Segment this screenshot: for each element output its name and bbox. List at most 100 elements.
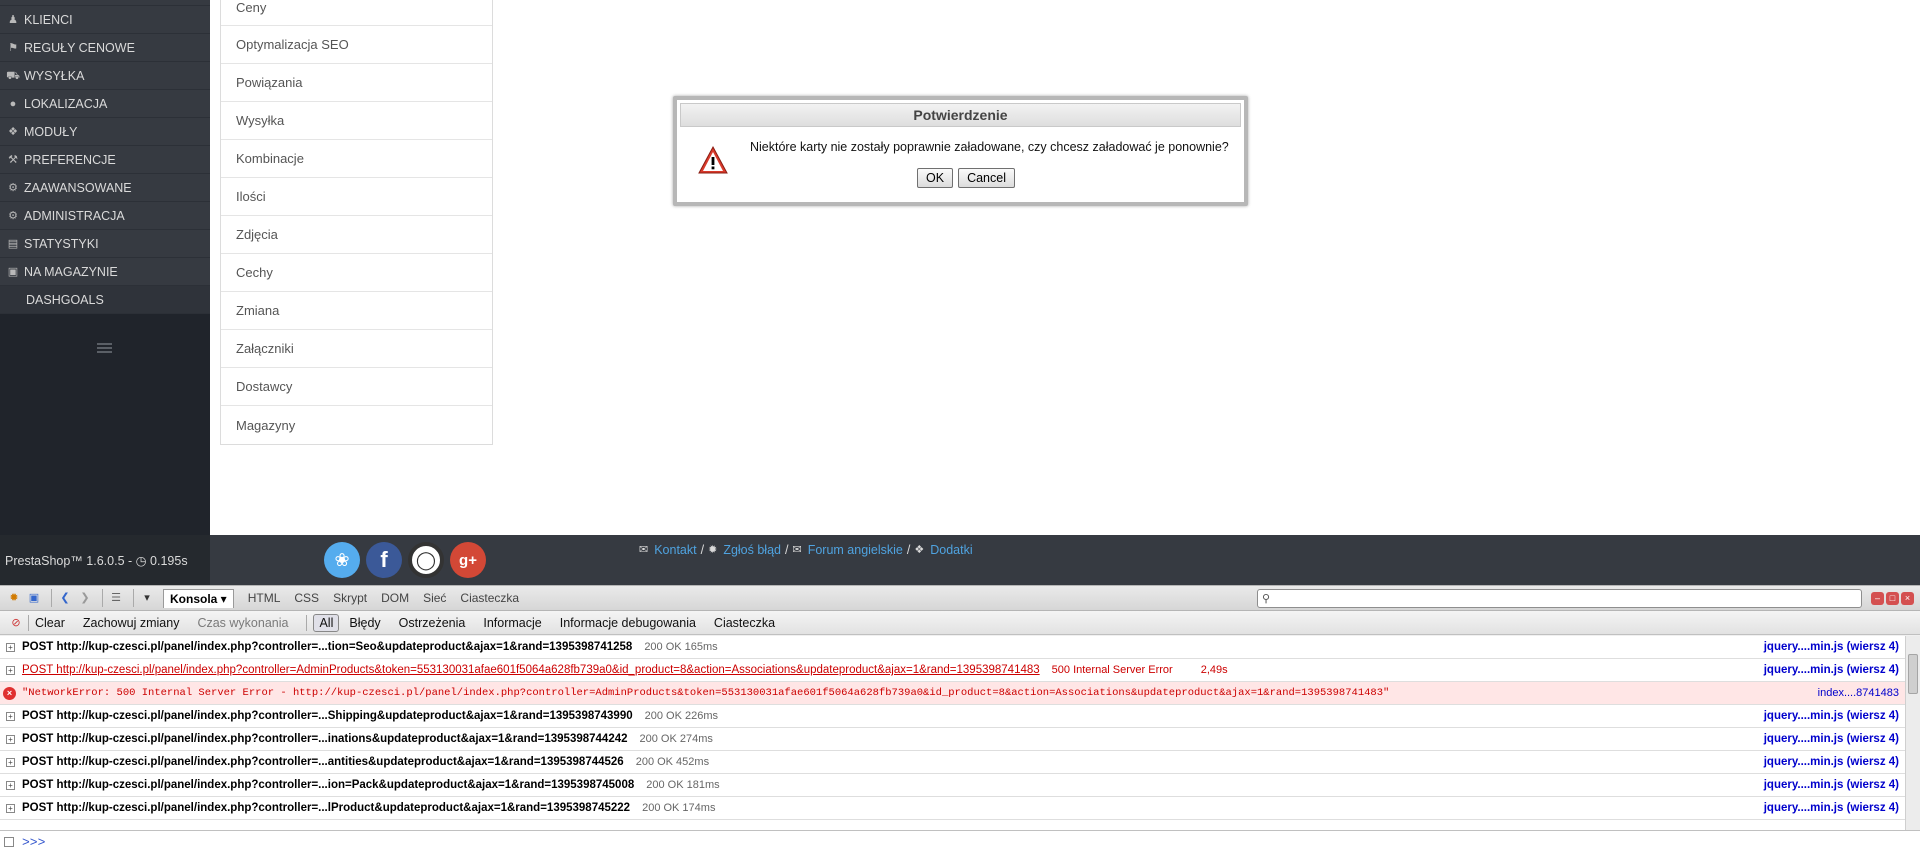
log-row[interactable]: + POST http://kup-czesci.pl/panel/index.p… xyxy=(0,659,1905,682)
filter-warnings[interactable]: Ostrzeżenia xyxy=(399,616,466,630)
facebook-icon[interactable]: f xyxy=(366,542,402,578)
tab-css[interactable]: CSS xyxy=(294,591,319,605)
expand-icon[interactable]: + xyxy=(6,735,15,744)
sidebar-item-price-rules[interactable]: ⚑ REGUŁY CENOWE xyxy=(0,34,210,62)
command-line[interactable]: >>> xyxy=(0,830,1920,853)
request-status: 200 OK 165ms xyxy=(644,641,718,653)
report-bug-link[interactable]: Zgłoś błąd xyxy=(723,543,781,557)
minimize-icon[interactable]: – xyxy=(1871,592,1884,605)
source-link[interactable]: index....8741483 xyxy=(1818,687,1899,699)
twitter-icon[interactable]: ❀ xyxy=(324,542,360,578)
sidebar-item-shipping[interactable]: ⛟ WYSYŁKA xyxy=(0,62,210,90)
menu-icon[interactable]: ☰ xyxy=(108,590,124,606)
request-status: 500 Internal Server Error xyxy=(1051,664,1173,676)
sidebar-item-dashgoals[interactable]: DASHGOALS xyxy=(0,286,210,314)
filter-divider xyxy=(28,614,29,631)
persist-button[interactable]: Zachowuj zmiany xyxy=(83,616,180,630)
close-icon[interactable]: × xyxy=(1901,592,1914,605)
source-link[interactable]: jquery....min.js (wiersz 4) xyxy=(1764,641,1899,653)
expand-icon[interactable]: + xyxy=(6,666,15,675)
tab-quantities[interactable]: Ilości xyxy=(221,178,492,216)
filter-cookies[interactable]: Ciasteczka xyxy=(714,616,775,630)
clock-icon: ◷ xyxy=(135,554,147,568)
sidebar-item-label: WYSYŁKA xyxy=(24,68,85,83)
sidebar-item-advanced[interactable]: ⚙ ZAAWANSOWANE xyxy=(0,174,210,202)
google-plus-icon[interactable]: g+ xyxy=(450,542,486,578)
tab-console[interactable]: Konsola ▾ xyxy=(163,588,234,608)
sidebar-item-modules[interactable]: ❖ MODUŁY xyxy=(0,118,210,146)
log-row[interactable]: + POST http://kup-czesci.pl/panel/index.p… xyxy=(0,728,1905,751)
firebug-bug-icon[interactable]: ✹ xyxy=(6,590,22,606)
expand-icon[interactable]: + xyxy=(6,758,15,767)
filter-errors[interactable]: Błędy xyxy=(349,616,380,630)
tab-combinations[interactable]: Kombinacje xyxy=(221,140,492,178)
cancel-button[interactable]: Cancel xyxy=(958,168,1015,188)
tab-attachments[interactable]: Załączniki xyxy=(221,330,492,368)
scrollbar-thumb[interactable] xyxy=(1908,654,1918,694)
log-row[interactable]: + POST http://kup-czesci.pl/panel/index.p… xyxy=(0,636,1905,659)
sidebar-item-stock[interactable]: ▣ NA MAGAZYNIE xyxy=(0,258,210,286)
source-link[interactable]: jquery....min.js (wiersz 4) xyxy=(1764,779,1899,791)
filter-debug[interactable]: Informacje debugowania xyxy=(560,616,696,630)
tab-html[interactable]: HTML xyxy=(248,591,281,605)
github-icon[interactable]: ◯ xyxy=(408,542,444,578)
tab-images[interactable]: Zdjęcia xyxy=(221,216,492,254)
forward-icon[interactable]: ❯ xyxy=(77,590,93,606)
log-row[interactable]: + POST http://kup-czesci.pl/panel/index.p… xyxy=(0,774,1905,797)
tab-customization[interactable]: Zmiana xyxy=(221,292,492,330)
log-row[interactable]: + POST http://kup-czesci.pl/panel/index.p… xyxy=(0,705,1905,728)
sidebar-item-administration[interactable]: ⚙ ADMINISTRACJA xyxy=(0,202,210,230)
tab-warehouses[interactable]: Magazyny xyxy=(221,406,492,444)
search-input[interactable]: ⚲ xyxy=(1257,589,1862,608)
request-status: 200 OK 452ms xyxy=(635,756,710,768)
sidebar-item-label: REGUŁY CENOWE xyxy=(24,40,135,55)
profile-button[interactable]: Czas wykonania xyxy=(197,616,288,630)
console-scrollbar[interactable] xyxy=(1905,636,1920,830)
dropdown-arrow-icon[interactable]: ▾ xyxy=(139,590,155,606)
command-editor-toggle-icon[interactable] xyxy=(4,837,14,847)
tab-cookies[interactable]: Ciasteczka xyxy=(460,591,519,605)
tab-associations[interactable]: Powiązania xyxy=(221,64,492,102)
filter-all[interactable]: All xyxy=(313,613,340,632)
request-url: POST http://kup-czesci.pl/panel/index.ph… xyxy=(22,733,628,745)
tab-suppliers[interactable]: Dostawcy xyxy=(221,368,492,406)
tab-script[interactable]: Skrypt xyxy=(333,591,367,605)
log-row[interactable]: + POST http://kup-czesci.pl/panel/index.p… xyxy=(0,797,1905,820)
clear-button[interactable]: Clear xyxy=(35,616,65,630)
detach-icon[interactable]: □ xyxy=(1886,592,1899,605)
addons-link[interactable]: Dodatki xyxy=(930,543,972,557)
collapse-menu-icon[interactable] xyxy=(97,343,112,353)
source-link[interactable]: jquery....min.js (wiersz 4) xyxy=(1764,802,1899,814)
ok-button[interactable]: OK xyxy=(917,168,954,188)
source-link[interactable]: jquery....min.js (wiersz 4) xyxy=(1764,664,1899,676)
tab-dom[interactable]: DOM xyxy=(381,591,409,605)
tab-seo[interactable]: Optymalizacja SEO xyxy=(221,26,492,64)
source-link[interactable]: jquery....min.js (wiersz 4) xyxy=(1764,710,1899,722)
sidebar-item-localization[interactable]: ● LOKALIZACJA xyxy=(0,90,210,118)
filter-info[interactable]: Informacje xyxy=(483,616,541,630)
log-row[interactable]: + POST http://kup-czesci.pl/panel/index.p… xyxy=(0,751,1905,774)
source-link[interactable]: jquery....min.js (wiersz 4) xyxy=(1764,733,1899,745)
expand-icon[interactable]: + xyxy=(6,804,15,813)
expand-icon[interactable]: + xyxy=(6,643,15,652)
error-row[interactable]: × "NetworkError: 500 Internal Server Erro… xyxy=(0,682,1905,705)
tab-prices[interactable]: Ceny xyxy=(221,0,492,26)
contact-link[interactable]: Kontakt xyxy=(654,543,696,557)
toolbar-divider xyxy=(102,589,103,607)
tab-shipping[interactable]: Wysyłka xyxy=(221,102,492,140)
sidebar-item-clients[interactable]: ♟ KLIENCI xyxy=(0,6,210,34)
sidebar-item-statistics[interactable]: ▤ STATYSTYKI xyxy=(0,230,210,258)
tab-features[interactable]: Cechy xyxy=(221,254,492,292)
expand-icon[interactable]: + xyxy=(6,712,15,721)
search-icon: ⚲ xyxy=(1262,593,1271,605)
tab-net[interactable]: Sieć xyxy=(423,591,446,605)
expand-icon[interactable]: + xyxy=(6,781,15,790)
forum-link[interactable]: Forum angielskie xyxy=(808,543,903,557)
sidebar-item-preferences[interactable]: ⚒ PREFERENCJE xyxy=(0,146,210,174)
inspect-icon[interactable]: ▣ xyxy=(26,590,42,606)
archive-icon: ▣ xyxy=(7,265,19,278)
sidebar-menu: ♟ KLIENCI ⚑ REGUŁY CENOWE ⛟ WYSYŁKA ● LOKALI… xyxy=(0,0,210,314)
clear-console-icon[interactable]: ⊘ xyxy=(8,615,24,631)
back-icon[interactable]: ❮ xyxy=(57,590,73,606)
source-link[interactable]: jquery....min.js (wiersz 4) xyxy=(1764,756,1899,768)
